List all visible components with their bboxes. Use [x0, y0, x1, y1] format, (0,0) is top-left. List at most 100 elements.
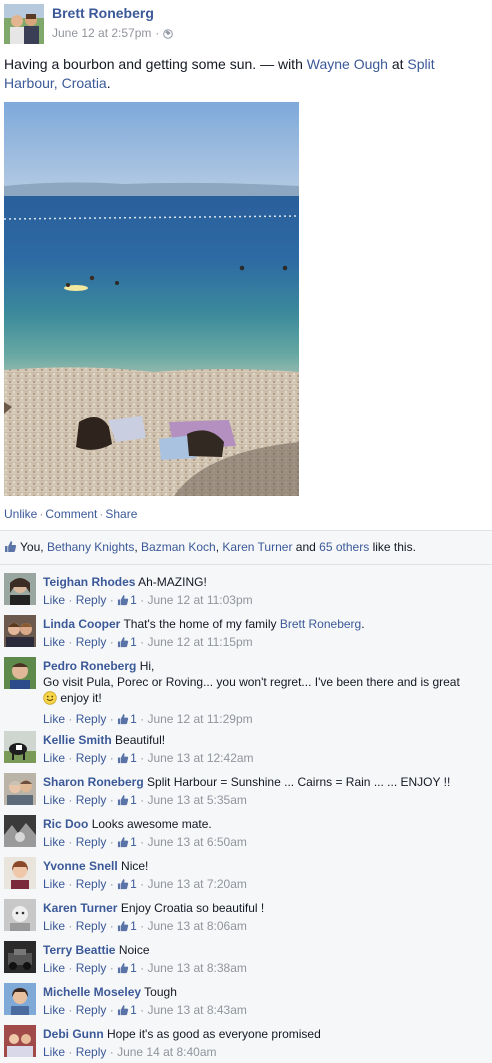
comment-likes-count[interactable]: 1	[117, 751, 137, 765]
comment-reply-button[interactable]: Reply	[76, 712, 107, 726]
comment-reply-button[interactable]: Reply	[76, 1003, 107, 1017]
comment-time[interactable]: June 13 at 8:43am	[147, 1003, 246, 1017]
commenter-avatar[interactable]	[4, 657, 36, 689]
post-meta: June 12 at 2:57pm ·	[52, 26, 174, 40]
commenter-name[interactable]: Sharon Roneberg	[43, 775, 144, 789]
author-avatar[interactable]	[4, 4, 44, 44]
liker-link[interactable]: Karen Turner	[222, 540, 292, 554]
comment-reply-button[interactable]: Reply	[76, 635, 107, 649]
post-timestamp[interactable]: June 12 at 2:57pm	[52, 26, 151, 40]
commenter-name[interactable]: Terry Beattie	[43, 943, 115, 957]
comment-actions-separator: ·	[68, 1045, 73, 1059]
comment-like-button[interactable]: Like	[43, 593, 65, 607]
commenter-avatar[interactable]	[4, 615, 36, 647]
thumbs-up-icon	[117, 878, 129, 894]
comment-actions-separator: ·	[109, 793, 114, 807]
comment-like-button[interactable]: Like	[43, 793, 65, 807]
comment-reply-button[interactable]: Reply	[76, 877, 107, 891]
unlike-button[interactable]: Unlike	[4, 507, 37, 521]
comment-time[interactable]: June 12 at 11:29pm	[147, 712, 252, 726]
comment-actions: Like · Reply · 1 · June 13 at 7:20am	[43, 876, 488, 894]
tagged-person-link[interactable]: Wayne Ough	[307, 56, 388, 72]
comment-button[interactable]: Comment	[45, 507, 97, 521]
likes-summary: You, Bethany Knights, Bazman Koch, Karen…	[4, 540, 488, 556]
commenter-avatar[interactable]	[4, 899, 36, 931]
commenter-name[interactable]: Yvonne Snell	[43, 859, 118, 873]
commenter-name[interactable]: Karen Turner	[43, 901, 117, 915]
comment-like-button[interactable]: Like	[43, 712, 65, 726]
commenter-avatar[interactable]	[4, 731, 36, 763]
comment-mention-link[interactable]: Brett Roneberg	[280, 617, 361, 631]
comment-time[interactable]: June 13 at 5:35am	[147, 793, 246, 807]
comment-likes-count[interactable]: 1	[117, 877, 137, 891]
comment-time[interactable]: June 13 at 12:42am	[147, 751, 253, 765]
comment-time[interactable]: June 12 at 11:03pm	[147, 593, 252, 607]
comment-text: Tough	[144, 985, 177, 999]
thumbs-up-icon	[117, 794, 129, 810]
commenter-avatar[interactable]	[4, 773, 36, 805]
comment-time[interactable]: June 13 at 8:38am	[147, 961, 246, 975]
comment-actions: Like · Reply · 1 · June 12 at 11:15pm	[43, 634, 488, 652]
comment-like-button[interactable]: Like	[43, 1003, 65, 1017]
commenter-name[interactable]: Linda Cooper	[43, 617, 120, 631]
comment-likes-count[interactable]: 1	[117, 593, 137, 607]
commenter-name[interactable]: Debi Gunn	[43, 1027, 104, 1041]
comment-likes-number: 1	[130, 961, 137, 975]
comment-time[interactable]: June 12 at 11:15pm	[147, 635, 252, 649]
commenter-name[interactable]: Michelle Moseley	[43, 985, 141, 999]
comment-time[interactable]: June 14 at 8:40am	[117, 1045, 216, 1059]
comment-like-button[interactable]: Like	[43, 751, 65, 765]
commenter-avatar[interactable]	[4, 1025, 36, 1057]
commenter-avatar[interactable]	[4, 941, 36, 973]
commenter-avatar[interactable]	[4, 983, 36, 1015]
comment-likes-number: 1	[130, 751, 137, 765]
comment-likes-count[interactable]: 1	[117, 919, 137, 933]
comment-reply-button[interactable]: Reply	[76, 593, 107, 607]
commenter-name[interactable]: Ric Doo	[43, 817, 88, 831]
share-button[interactable]: Share	[105, 507, 137, 521]
commenter-avatar[interactable]	[4, 573, 36, 605]
commenter-name[interactable]: Teighan Rhodes	[43, 575, 135, 589]
comment-actions-separator: ·	[68, 635, 73, 649]
comment-reply-button[interactable]: Reply	[76, 961, 107, 975]
commenter-avatar[interactable]	[4, 857, 36, 889]
comment-actions: Like · Reply · 1 · June 13 at 12:42am	[43, 750, 488, 768]
commenter-name[interactable]: Pedro Roneberg	[43, 659, 136, 673]
comment-actions-separator: ·	[68, 793, 73, 807]
comment-actions-separator: ·	[109, 1045, 114, 1059]
comment-reply-button[interactable]: Reply	[76, 793, 107, 807]
commenter-name[interactable]: Kellie Smith	[43, 733, 112, 747]
comment-likes-count[interactable]: 1	[117, 635, 137, 649]
comment-time[interactable]: June 13 at 6:50am	[147, 835, 246, 849]
liker-link[interactable]: Bazman Koch	[141, 540, 216, 554]
comment-like-button[interactable]: Like	[43, 635, 65, 649]
comment-time[interactable]: June 13 at 8:06am	[147, 919, 246, 933]
comment-reply-button[interactable]: Reply	[76, 1045, 107, 1059]
thumbs-up-icon	[117, 594, 129, 610]
globe-icon[interactable]	[163, 28, 174, 39]
comment-actions-separator: ·	[109, 961, 114, 975]
comment-like-button[interactable]: Like	[43, 835, 65, 849]
comment-likes-count[interactable]: 1	[117, 835, 137, 849]
comment-like-button[interactable]: Like	[43, 877, 65, 891]
comment-reply-button[interactable]: Reply	[76, 835, 107, 849]
comment-like-button[interactable]: Like	[43, 919, 65, 933]
comment-likes-count[interactable]: 1	[117, 1003, 137, 1017]
comment-actions-separator: ·	[140, 751, 145, 765]
comment-likes-count[interactable]: 1	[117, 793, 137, 807]
comment-like-button[interactable]: Like	[43, 961, 65, 975]
comment-time[interactable]: June 13 at 7:20am	[147, 877, 246, 891]
likes-others-link[interactable]: 65 others	[319, 540, 369, 554]
comment-reply-button[interactable]: Reply	[76, 919, 107, 933]
post-photo[interactable]	[4, 102, 299, 496]
comment-text: Hi,	[139, 659, 155, 673]
comment-actions-separator: ·	[68, 593, 73, 607]
comment-likes-count[interactable]: 1	[117, 961, 137, 975]
comment-like-button[interactable]: Like	[43, 1045, 65, 1059]
thumbs-up-icon	[4, 540, 17, 556]
liker-link[interactable]: Bethany Knights	[47, 540, 134, 554]
comment-reply-button[interactable]: Reply	[76, 751, 107, 765]
comment-likes-count[interactable]: 1	[117, 712, 137, 726]
author-name[interactable]: Brett Roneberg	[52, 5, 154, 21]
commenter-avatar[interactable]	[4, 815, 36, 847]
